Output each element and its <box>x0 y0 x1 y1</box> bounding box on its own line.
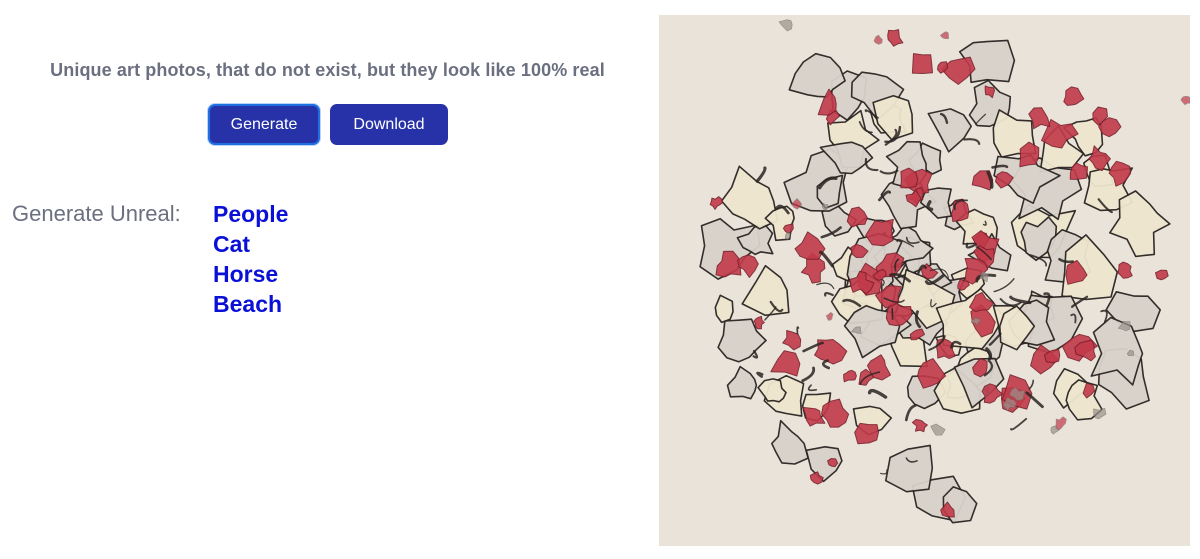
category-link-beach[interactable]: Beach <box>213 289 288 319</box>
action-buttons: Generate Download <box>208 104 448 145</box>
page: Unique art photos, that do not exist, bu… <box>0 0 1200 559</box>
generated-art-image <box>659 15 1190 546</box>
controls-panel: Unique art photos, that do not exist, bu… <box>0 0 655 559</box>
category-link-horse[interactable]: Horse <box>213 259 288 289</box>
category-link-cat[interactable]: Cat <box>213 229 288 259</box>
category-link-people[interactable]: People <box>213 199 288 229</box>
generate-unreal-label: Generate Unreal: <box>12 201 181 226</box>
generated-art-canvas <box>659 15 1190 546</box>
category-list: People Cat Horse Beach <box>213 199 288 319</box>
tagline: Unique art photos, that do not exist, bu… <box>50 60 605 80</box>
download-button[interactable]: Download <box>330 104 448 145</box>
generate-button[interactable]: Generate <box>208 104 320 145</box>
